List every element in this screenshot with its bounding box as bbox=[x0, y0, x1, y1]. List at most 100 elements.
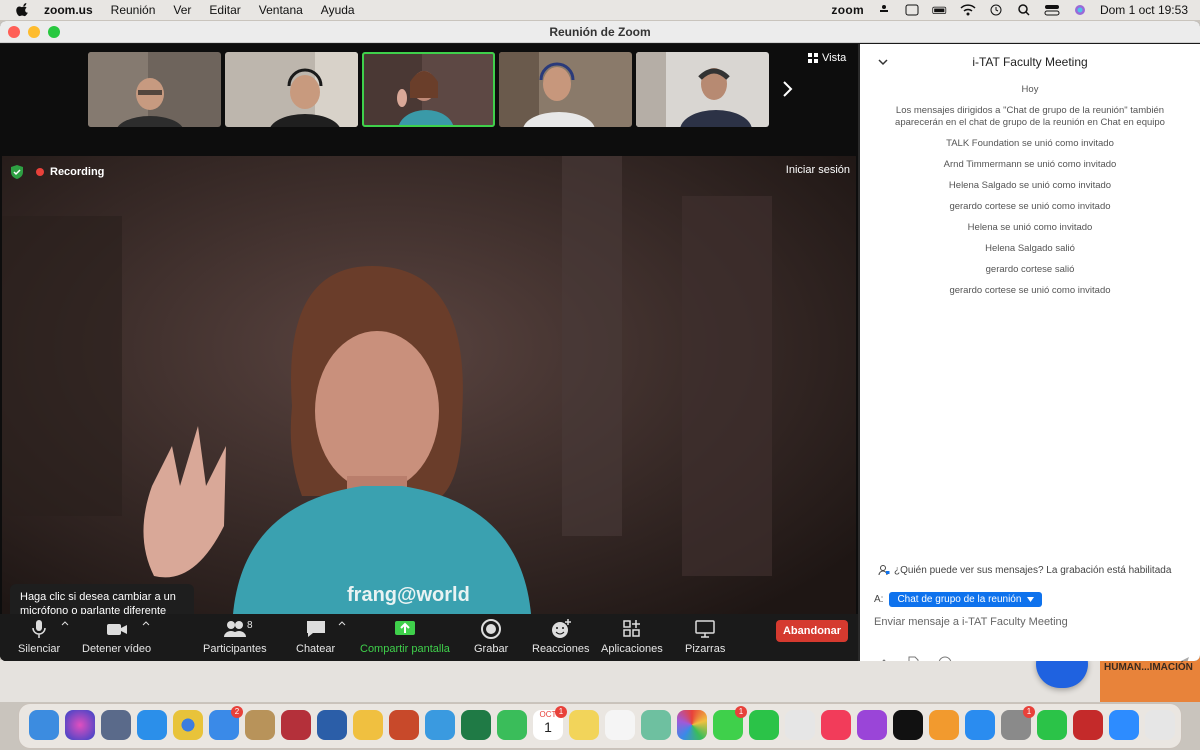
notes-icon[interactable] bbox=[569, 710, 599, 740]
chat-visibility-notice[interactable]: ¿Quién puede ver sus mensajes? La grabac… bbox=[878, 564, 1171, 576]
accessibility-icon[interactable] bbox=[876, 4, 892, 16]
acrobat-icon[interactable] bbox=[1073, 710, 1103, 740]
leave-meeting-button[interactable]: Abandonar bbox=[776, 620, 848, 642]
participant-thumbnail-active-speaker[interactable] bbox=[362, 52, 495, 127]
menu-editar[interactable]: Editar bbox=[209, 3, 240, 17]
whatsapp-icon[interactable] bbox=[1037, 710, 1067, 740]
participants-count: 8 bbox=[247, 620, 253, 631]
reactions-button[interactable]: Reacciones bbox=[532, 618, 589, 655]
chat-to-label: A: bbox=[874, 594, 884, 605]
menu-reunion[interactable]: Reunión bbox=[111, 3, 156, 17]
safari-icon[interactable] bbox=[137, 710, 167, 740]
contacts-icon[interactable] bbox=[245, 710, 275, 740]
launchpad-icon[interactable] bbox=[101, 710, 131, 740]
mute-button[interactable]: Silenciar bbox=[18, 618, 60, 655]
apps-label: Aplicaciones bbox=[601, 643, 663, 655]
chat-system-message: Arnd Timmermann se unió como invitado bbox=[943, 159, 1117, 170]
chat-system-message: TALK Foundation se unió como invitado bbox=[946, 138, 1114, 149]
menu-app-name[interactable]: zoom.us bbox=[44, 3, 93, 17]
maps-icon[interactable] bbox=[641, 710, 671, 740]
trash-icon[interactable] bbox=[1145, 710, 1175, 740]
file-icon[interactable] bbox=[906, 656, 920, 661]
calendar-icon[interactable]: OCT 1 1 bbox=[533, 706, 567, 740]
photos-icon[interactable] bbox=[677, 710, 707, 740]
more-icon[interactable] bbox=[970, 656, 984, 661]
whiteboard-icon bbox=[695, 620, 715, 638]
reminders-icon[interactable] bbox=[605, 710, 635, 740]
signin-link[interactable]: Iniciar sesión bbox=[786, 164, 850, 176]
excel-icon[interactable] bbox=[461, 710, 491, 740]
chat-button[interactable]: Chatear bbox=[296, 618, 335, 655]
participants-label: Participantes bbox=[203, 643, 267, 655]
siri-dock-icon[interactable] bbox=[65, 710, 95, 740]
background-window-label: HUMAN...IMACIÓN bbox=[1104, 662, 1193, 673]
time-machine-icon[interactable] bbox=[988, 4, 1004, 16]
record-button[interactable]: Grabar bbox=[474, 618, 508, 655]
search-icon[interactable] bbox=[1016, 4, 1032, 16]
chevron-right-icon[interactable] bbox=[780, 80, 794, 98]
battery-icon[interactable] bbox=[932, 4, 948, 16]
participants-button[interactable]: Participantes bbox=[203, 618, 267, 655]
mendeley-icon[interactable] bbox=[281, 710, 311, 740]
participant-thumbnail[interactable] bbox=[499, 52, 632, 127]
chevron-up-icon[interactable] bbox=[142, 620, 150, 626]
books-icon[interactable] bbox=[929, 710, 959, 740]
menu-ventana[interactable]: Ventana bbox=[259, 3, 303, 17]
recording-indicator: Recording bbox=[10, 164, 104, 180]
share-screen-label: Compartir pantalla bbox=[360, 643, 450, 655]
word-icon[interactable] bbox=[317, 710, 347, 740]
chat-message-input[interactable]: Enviar mensaje a i-TAT Faculty Meeting bbox=[874, 616, 1068, 628]
chevron-down-icon[interactable] bbox=[878, 58, 888, 66]
chevron-up-icon[interactable] bbox=[61, 620, 69, 626]
siri-icon[interactable] bbox=[1072, 4, 1088, 16]
apple-tv-icon[interactable] bbox=[893, 710, 923, 740]
finder-icon[interactable] bbox=[29, 710, 59, 740]
control-center-icon[interactable] bbox=[1044, 4, 1060, 16]
system-settings-icon[interactable]: 1 bbox=[1001, 706, 1035, 740]
stop-video-label: Detener vídeo bbox=[82, 643, 152, 655]
participant-thumbnail[interactable] bbox=[636, 52, 769, 127]
share-screen-button[interactable]: Compartir pantalla bbox=[360, 618, 450, 655]
stop-video-button[interactable]: Detener vídeo bbox=[82, 618, 151, 655]
record-label: Grabar bbox=[474, 643, 509, 655]
keynote-icon[interactable] bbox=[425, 710, 455, 740]
podcasts-icon[interactable] bbox=[857, 710, 887, 740]
window-icon[interactable] bbox=[904, 4, 920, 16]
macos-dock: 2 OCT 1 1 1 1 bbox=[18, 703, 1182, 749]
wifi-icon[interactable] bbox=[960, 4, 976, 16]
smiley-plus-icon bbox=[551, 619, 571, 638]
menu-ver[interactable]: Ver bbox=[173, 3, 191, 17]
messages-icon[interactable]: 1 bbox=[713, 706, 747, 740]
zoom-status-icon[interactable]: zoom bbox=[831, 3, 864, 17]
send-icon[interactable] bbox=[1176, 656, 1190, 661]
numbers-icon[interactable] bbox=[497, 710, 527, 740]
shield-icon[interactable] bbox=[10, 164, 24, 180]
music-icon[interactable] bbox=[821, 710, 851, 740]
mail-icon[interactable]: 2 bbox=[209, 706, 243, 740]
window-titlebar[interactable]: Reunión de Zoom bbox=[0, 21, 1200, 43]
powerpoint-icon[interactable] bbox=[389, 710, 419, 740]
facetime-icon[interactable] bbox=[749, 710, 779, 740]
menu-ayuda[interactable]: Ayuda bbox=[321, 3, 355, 17]
menubar-datetime[interactable]: Dom 1 oct 19:53 bbox=[1100, 3, 1188, 17]
active-speaker-video[interactable]: frang@world Recording Iniciar sesión bbox=[2, 156, 856, 636]
chevron-up-icon[interactable] bbox=[338, 620, 346, 626]
help-icon[interactable] bbox=[785, 710, 815, 740]
app-store-icon[interactable] bbox=[965, 710, 995, 740]
emoji-icon[interactable] bbox=[938, 656, 952, 661]
participant-thumbnail[interactable] bbox=[88, 52, 221, 127]
view-button[interactable]: Vista bbox=[808, 52, 846, 64]
whiteboards-button[interactable]: Pizarras bbox=[685, 618, 725, 655]
record-icon bbox=[481, 619, 502, 639]
zoom-dock-icon[interactable] bbox=[1109, 710, 1139, 740]
person-lock-icon bbox=[878, 565, 890, 576]
apple-icon[interactable] bbox=[16, 3, 30, 17]
format-text-icon[interactable] bbox=[874, 656, 888, 661]
participant-thumbnails bbox=[88, 52, 769, 128]
pages-icon[interactable] bbox=[353, 710, 383, 740]
participant-thumbnail[interactable] bbox=[225, 52, 358, 127]
chat-recipient-row: A: Chat de grupo de la reunión bbox=[874, 592, 1043, 607]
apps-button[interactable]: Aplicaciones bbox=[601, 618, 663, 655]
chat-recipient-select[interactable]: Chat de grupo de la reunión bbox=[889, 592, 1043, 607]
chrome-icon[interactable] bbox=[173, 710, 203, 740]
